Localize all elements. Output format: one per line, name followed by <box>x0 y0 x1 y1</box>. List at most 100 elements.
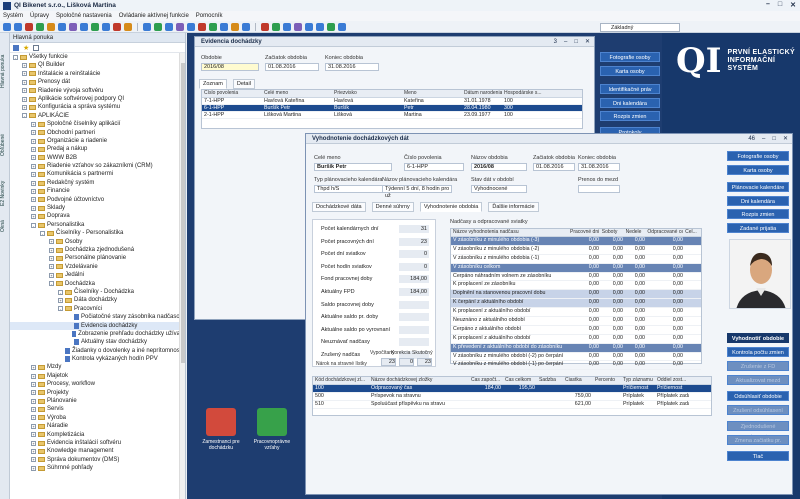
tree-item[interactable]: + Redakčný systém <box>10 179 185 187</box>
tree-item[interactable]: + Náradie <box>10 422 185 430</box>
expand-toggle-icon[interactable]: + <box>31 146 36 152</box>
toolbar-tool-icon[interactable] <box>154 22 162 31</box>
home-icon[interactable] <box>13 44 19 51</box>
tree-item[interactable]: + Dáta dochádzky <box>10 296 185 304</box>
tree-item[interactable]: + Sklady <box>10 204 185 212</box>
table-row[interactable]: 7-1-HPP Havlová Kateřina Havlová Kateřina 31… <box>202 98 582 105</box>
tree-item[interactable]: + Obchodní partneri <box>10 129 185 137</box>
tab-detail[interactable]: Detail <box>232 79 255 89</box>
expand-toggle-icon[interactable]: + <box>22 88 27 94</box>
tree-item[interactable]: Zobrazenie prehľadu dochádzky užívate <box>10 330 185 338</box>
tree-item[interactable]: + Personálne plánovanie <box>10 254 185 262</box>
expand-toggle-icon[interactable]: + <box>58 298 63 304</box>
tree-item[interactable]: + Správa dokumentov (DMS) <box>10 456 185 464</box>
tree-item[interactable]: + Riadenie vzťahov so zákazníkmi (CRM) <box>10 162 185 170</box>
side-tab-windows[interactable]: Okná <box>0 215 10 237</box>
side-tab-favorites[interactable]: Obľúbené <box>0 125 10 165</box>
table-row[interactable]: 2-1-HPP Lišková Martina Lišková Martina 23.0… <box>202 112 582 119</box>
tree-item[interactable]: + Plánovanie <box>10 397 185 405</box>
expand-toggle-icon[interactable]: + <box>49 272 54 278</box>
column-header[interactable]: Odpracované cez svi... <box>645 229 683 236</box>
header-field[interactable]: 2016/08 <box>471 163 527 171</box>
toolbar-tool-icon[interactable] <box>209 22 217 31</box>
expand-toggle-icon[interactable]: + <box>22 96 27 102</box>
column-header[interactable]: Sadzba <box>537 377 563 384</box>
expand-toggle-icon[interactable]: + <box>31 130 36 136</box>
expand-toggle-icon[interactable]: + <box>31 440 36 446</box>
window-close-button[interactable]: ✕ <box>783 134 788 144</box>
toolbar-tool-icon[interactable] <box>327 22 335 31</box>
table-row[interactable]: Neuznáno z aktuálního období 0,00 0,00 0,00… <box>451 317 701 326</box>
grid-icon[interactable] <box>33 44 40 51</box>
win2-process-button[interactable]: Tlač <box>727 451 789 461</box>
table-row[interactable]: Doplnění na stanovenou pracovní dobu 0,00… <box>451 290 701 300</box>
toolbar-tool-icon[interactable] <box>272 22 280 31</box>
table-row[interactable]: K proplacení z aktuálního období 0,00 0,00… <box>451 335 701 344</box>
expand-toggle-icon[interactable]: + <box>31 398 36 404</box>
side-tab-main-menu[interactable]: Hlavná ponuka <box>0 41 10 101</box>
table-row[interactable]: 6-1-HPP Buršík Petr Buršík Petr 28.04.1980 30… <box>202 105 582 112</box>
column-header[interactable]: Čas započt... <box>469 377 503 384</box>
stravne-value[interactable]: 23 <box>381 358 396 366</box>
column-header[interactable]: Čiastka <box>563 377 593 384</box>
expand-toggle-icon[interactable]: + <box>31 138 36 144</box>
tree-item[interactable]: + QI Builder <box>10 61 185 69</box>
win1-action-button[interactable]: Identifikačné práv <box>600 84 660 94</box>
tree-item[interactable]: - Pracovníci <box>10 305 185 313</box>
tree-item[interactable]: - Číselníky - Dochádzka <box>10 288 185 296</box>
tree-item[interactable]: Žiadanky o dovolenky a iné neprítomnosti <box>10 347 185 355</box>
expand-toggle-icon[interactable]: + <box>49 256 54 262</box>
toolbar-tool-icon[interactable] <box>80 22 88 31</box>
table-row[interactable]: K převedení z aktuálního období do zásob… <box>451 343 701 353</box>
toolbar-tool-icon[interactable] <box>165 22 173 31</box>
column-header[interactable]: Hospodárske s... <box>502 90 552 97</box>
column-header[interactable]: Meno <box>402 90 462 97</box>
table-row[interactable]: V zásobníku z minulého obdobia (-2) 0,00 0… <box>451 246 701 255</box>
header-field[interactable]: Vyhodnocené <box>471 185 527 193</box>
expand-toggle-icon[interactable]: + <box>31 365 36 371</box>
tree-item[interactable]: + Mzdy <box>10 363 185 371</box>
toolbar-tool-icon[interactable] <box>283 22 291 31</box>
win1-action-button[interactable]: Fotografie osoby <box>600 52 660 62</box>
win2-tab[interactable]: Ďalšie informácie <box>488 202 539 212</box>
expand-toggle-icon[interactable]: - <box>58 306 63 312</box>
expand-toggle-icon[interactable]: - <box>31 222 36 228</box>
expand-toggle-icon[interactable]: - <box>22 113 27 119</box>
toolbar-tool-icon[interactable] <box>187 22 195 31</box>
menu-upravy[interactable]: Úpravy <box>30 13 49 19</box>
tree-item[interactable]: + Doprava <box>10 212 185 220</box>
tree-item[interactable]: + Prenosy dát <box>10 78 185 86</box>
tree-item[interactable]: + Komunikácia s partnermi <box>10 170 185 178</box>
win2-tab[interactable]: Dochádzkové dáta <box>312 202 366 212</box>
table-row[interactable]: K čerpání z aktuálního období 0,00 0,00 0,0… <box>451 299 701 309</box>
side-tab-news[interactable]: E2 Novinky <box>0 173 10 213</box>
tree-item[interactable]: Evidencia dochádzky <box>10 321 185 330</box>
koniec-obdobia-field[interactable]: 31.08.2016 <box>325 63 379 71</box>
tab-zoznam[interactable]: Zoznam <box>199 79 227 89</box>
toolbar-tool-icon[interactable] <box>58 22 66 31</box>
win2-tab[interactable]: Denné súhrny <box>371 202 414 212</box>
column-header[interactable]: Čas celkom <box>503 377 537 384</box>
toolbar-tool-icon[interactable] <box>198 22 206 31</box>
toolbar-tool-icon[interactable] <box>242 22 250 31</box>
window-close-button[interactable]: ✕ <box>585 37 590 47</box>
expand-toggle-icon[interactable]: + <box>31 172 36 178</box>
table-row[interactable]: V zásobníku z minulého obdobia (-1) 0,00 0… <box>451 255 701 264</box>
tree-item[interactable]: + Spoločné číselníky aplikácií <box>10 120 185 128</box>
win2-action-button[interactable]: Rozpis zmien <box>727 209 789 219</box>
tree-item[interactable]: - Všetky funkcie <box>10 53 185 61</box>
toolbar-tool-icon[interactable] <box>102 22 110 31</box>
tree-item[interactable]: + Súhrnné pohľady <box>10 464 185 472</box>
expand-toggle-icon[interactable]: + <box>22 105 27 111</box>
header-field[interactable]: Týdenní 5 dní, 8 hodin pro už <box>382 185 452 199</box>
column-header[interactable]: Kód dochádzkovej zl... <box>313 377 369 384</box>
tree-item[interactable]: + Aplikácie softvérovej podpory QI <box>10 95 185 103</box>
header-field[interactable]: 31.08.2016 <box>578 163 620 171</box>
table-row[interactable]: 510 Spoluúčast příspěvku na stravu 621,00 P… <box>313 401 711 409</box>
win2-action-button[interactable]: Karta osoby <box>727 165 789 175</box>
stravne-value[interactable]: 0 <box>399 358 414 366</box>
toolbar-tool-icon[interactable] <box>176 22 184 31</box>
expand-toggle-icon[interactable]: + <box>31 180 36 186</box>
column-header[interactable]: Cel... <box>683 229 701 236</box>
tree-item[interactable]: - APLIKÁCIE <box>10 112 185 120</box>
